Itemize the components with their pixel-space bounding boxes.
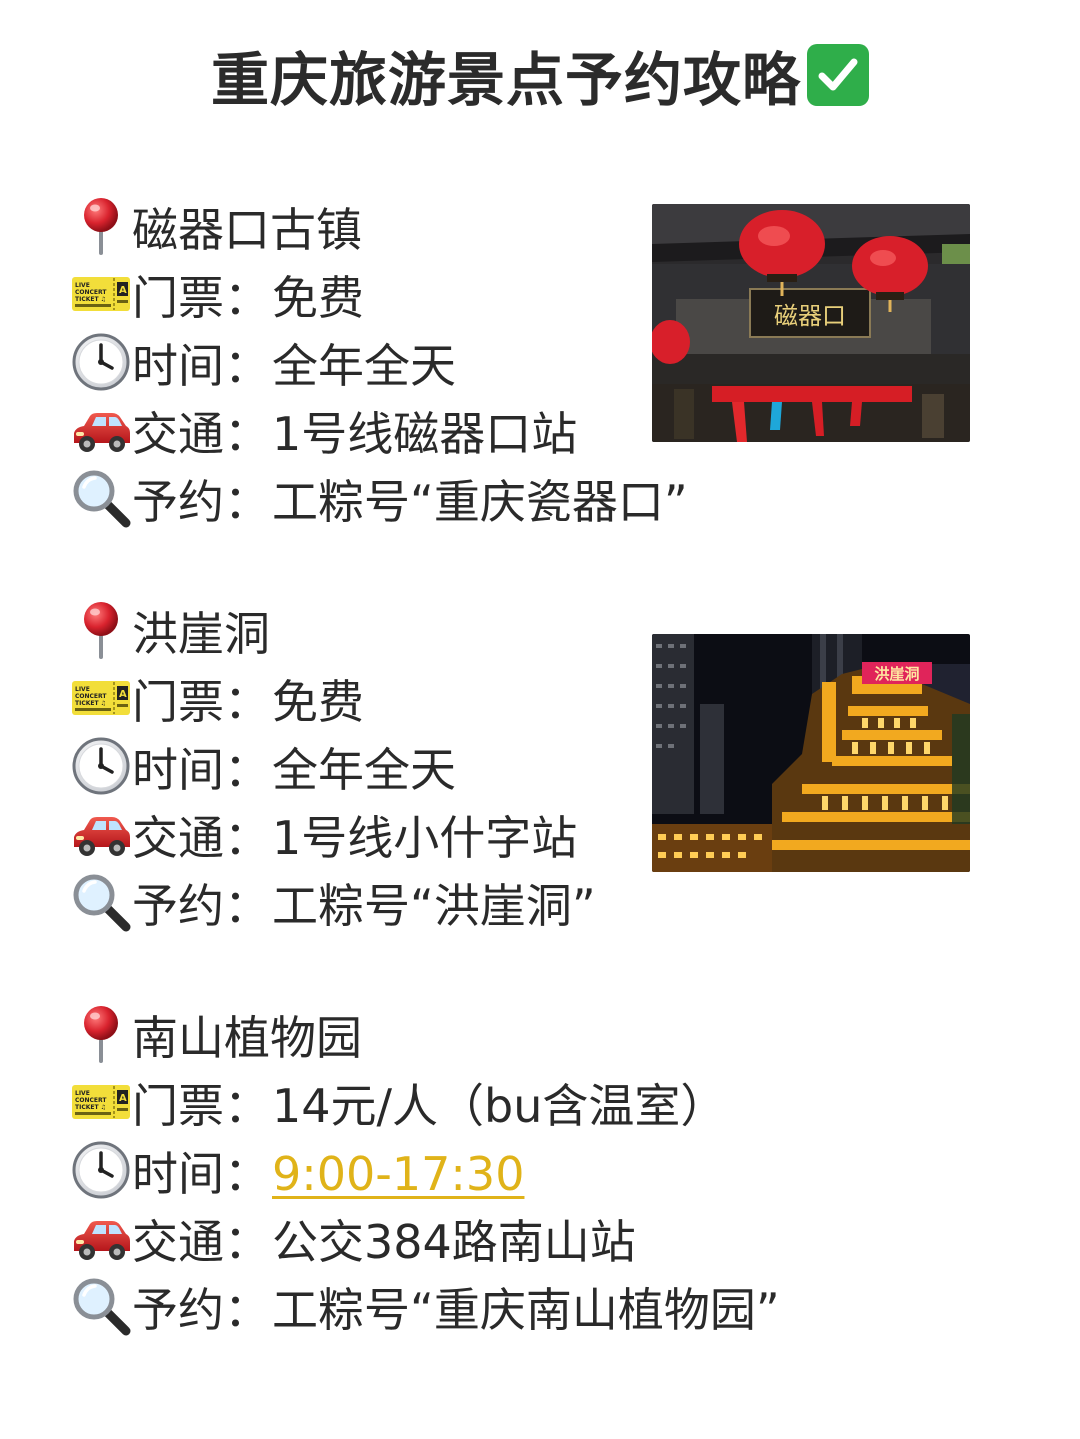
spot-name: 洪崖洞	[132, 606, 270, 661]
page-title-text: 重庆旅游景点予约攻略	[210, 46, 801, 114]
ticket-label: 门票：	[132, 674, 270, 729]
ticket-value: 免费	[272, 674, 364, 729]
transit-value: 公交384路南山站	[272, 1214, 636, 1269]
time-label: 时间：	[132, 742, 270, 797]
clock-icon	[70, 331, 132, 393]
clock-icon	[70, 735, 132, 797]
booking-row: 予约：工粽号“洪崖洞”	[70, 868, 1010, 936]
transit-value: 1号线磁器口站	[272, 406, 578, 461]
magnifier-icon	[70, 871, 132, 933]
time-value: 全年全天	[272, 742, 456, 797]
time-label: 时间：	[132, 338, 270, 393]
clock-icon	[70, 1139, 132, 1201]
magnifier-icon	[70, 467, 132, 529]
page-title: 重庆旅游景点予约攻略	[0, 40, 1080, 120]
ticket-label: 门票：	[132, 1078, 270, 1133]
transit-row: 交通：公交384路南山站	[70, 1204, 1010, 1272]
ticket-value: 14元/人（bu含温室）	[272, 1078, 727, 1133]
booking-label: 予约：	[132, 474, 270, 529]
time-label: 时间：	[132, 1146, 270, 1201]
round-pushpin-icon	[70, 195, 132, 257]
time-value-highlighted: 9:00-17:30	[272, 1146, 525, 1201]
spot-name: 磁器口古镇	[132, 202, 362, 257]
ticket-icon	[70, 667, 132, 729]
spot-name: 南山植物园	[132, 1010, 362, 1065]
ticket-icon	[70, 1071, 132, 1133]
round-pushpin-icon	[70, 1003, 132, 1065]
transit-value: 1号线小什字站	[272, 810, 578, 865]
hongyadong-neon-sign: 洪崖洞	[874, 665, 919, 683]
car-icon	[70, 803, 132, 865]
round-pushpin-icon	[70, 599, 132, 661]
ticket-row: 门票：14元/人（bu含温室）	[70, 1068, 1010, 1136]
ticket-icon	[70, 263, 132, 325]
booking-label: 予约：	[132, 878, 270, 933]
ticket-label: 门票：	[132, 270, 270, 325]
booking-label: 予约：	[132, 1282, 270, 1337]
magnifier-icon	[70, 1275, 132, 1337]
booking-value: 工粽号“洪崖洞”	[272, 878, 596, 933]
booking-row: 予约：工粽号“重庆瓷器口”	[70, 464, 1010, 532]
transit-label: 交通：	[132, 810, 270, 865]
ciqikou-photo: 磁器口	[652, 204, 970, 442]
transit-label: 交通：	[132, 1214, 270, 1269]
spot-card-nanshan: 南山植物园 门票：14元/人（bu含温室） 时间：9:00-17:30 交通：公…	[70, 1000, 1010, 1340]
car-icon	[70, 399, 132, 461]
spot-name-row: 南山植物园	[70, 1000, 1010, 1068]
time-row: 时间：9:00-17:30	[70, 1136, 1010, 1204]
booking-value: 工粽号“重庆瓷器口”	[272, 474, 688, 529]
hongyadong-photo: 洪崖洞	[652, 634, 970, 872]
booking-row: 予约：工粽号“重庆南山植物园”	[70, 1272, 1010, 1340]
transit-label: 交通：	[132, 406, 270, 461]
ciqikou-gate-sign: 磁器口	[774, 302, 846, 330]
check-mark-icon	[807, 44, 869, 106]
time-value: 全年全天	[272, 338, 456, 393]
ticket-value: 免费	[272, 270, 364, 325]
car-icon	[70, 1207, 132, 1269]
booking-value: 工粽号“重庆南山植物园”	[272, 1282, 780, 1337]
